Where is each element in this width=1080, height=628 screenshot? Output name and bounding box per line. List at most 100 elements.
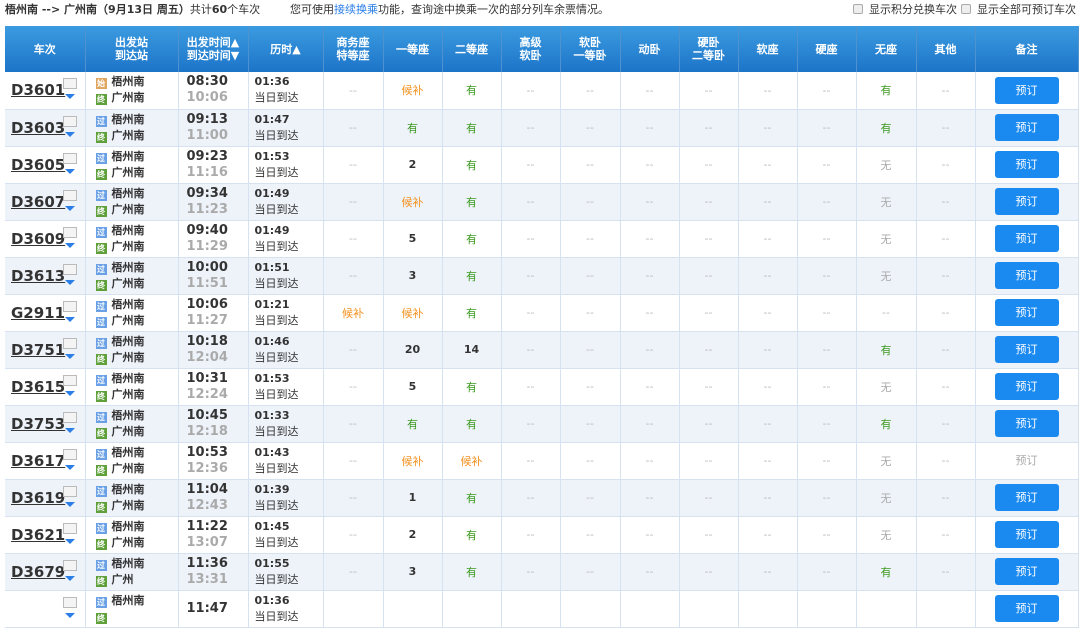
from-station-line: 过梧州南	[95, 593, 178, 609]
expand-chevron-down-icon[interactable]	[65, 464, 75, 470]
arrival-day-note: 当日到达	[254, 350, 299, 364]
train-number-cell: D3621	[5, 516, 86, 554]
book-button[interactable]: 预订	[994, 151, 1059, 178]
train-number-link[interactable]: D3753	[11, 415, 65, 433]
expand-chevron-down-icon[interactable]	[65, 538, 75, 544]
train-info-icon[interactable]	[63, 522, 77, 534]
train-info-icon[interactable]	[63, 411, 77, 423]
train-number-link[interactable]: D3609	[11, 230, 65, 248]
train-number-link[interactable]: D3619	[11, 489, 65, 507]
from-station-line: 过梧州南	[95, 445, 178, 461]
book-button[interactable]: 预订	[994, 76, 1059, 104]
book-button[interactable]: 预订	[994, 521, 1059, 548]
expand-chevron-down-icon[interactable]	[65, 168, 75, 174]
book-button[interactable]: 预订	[994, 225, 1059, 252]
stations-cell: 过梧州南终广州南	[85, 257, 179, 295]
train-info-icon[interactable]	[63, 596, 77, 608]
seat-availability-cell[interactable]: 候补	[383, 183, 443, 221]
expand-chevron-down-icon[interactable]	[65, 575, 75, 581]
book-button[interactable]: 预订	[994, 558, 1059, 585]
train-info-icon[interactable]	[63, 337, 77, 349]
checkbox-icon[interactable]	[961, 4, 971, 14]
seat-availability-cell: --	[501, 479, 561, 517]
train-number-link[interactable]: D3615	[11, 378, 65, 396]
train-info-icon[interactable]	[63, 485, 77, 497]
seat-availability-cell[interactable]: 候补	[383, 72, 443, 110]
train-number-link[interactable]: D3607	[11, 193, 65, 211]
expand-chevron-down-icon[interactable]	[65, 427, 75, 433]
seat-availability-cell[interactable]: 候补	[442, 442, 502, 480]
train-info-icon[interactable]	[63, 263, 77, 275]
book-button[interactable]: 预订	[994, 373, 1059, 400]
to-station-line: 终广州南	[95, 276, 178, 292]
book-button[interactable]: 预订	[994, 336, 1059, 363]
arrival-day-note: 当日到达	[254, 128, 299, 142]
from-station-name: 梧州南	[111, 186, 145, 200]
expand-chevron-down-icon[interactable]	[65, 501, 75, 507]
seat-availability-cell: --	[323, 183, 384, 221]
column-header[interactable]: 历时▲	[248, 26, 324, 72]
show-points-trains-checkbox[interactable]: 显示积分兑换车次	[853, 0, 957, 20]
seat-availability-cell[interactable]: 候补	[383, 442, 443, 480]
station-type-badge-icon: 过	[95, 300, 107, 312]
train-info-icon[interactable]	[63, 374, 77, 386]
stations-cell: 过梧州南终	[85, 590, 179, 628]
column-header[interactable]: 出发时间▲ 到达时间▼	[178, 26, 249, 72]
expand-chevron-down-icon[interactable]	[65, 94, 75, 99]
train-number-link[interactable]: D3601	[11, 81, 65, 99]
train-info-icon[interactable]	[63, 448, 77, 460]
seat-availability-cell: 20	[383, 331, 443, 369]
expand-chevron-down-icon[interactable]	[65, 316, 75, 322]
seat-availability-cell: --	[738, 479, 798, 517]
book-button[interactable]: 预订	[994, 262, 1059, 289]
expand-chevron-down-icon[interactable]	[65, 390, 75, 396]
train-number-link[interactable]: D3603	[11, 119, 65, 137]
transfer-link[interactable]: 接续换乘	[334, 3, 378, 16]
seat-availability-cell[interactable]: 候补	[323, 294, 384, 332]
book-button[interactable]: 预订	[994, 114, 1059, 141]
expand-chevron-down-icon[interactable]	[65, 279, 75, 285]
train-number-link[interactable]: G2911	[11, 304, 65, 322]
seat-availability-cell: --	[501, 331, 561, 369]
show-all-bookable-checkbox[interactable]: 显示全部可预订车次	[961, 0, 1076, 20]
seat-availability-cell	[797, 590, 857, 628]
remark-cell: 预订	[975, 72, 1079, 110]
train-number-link[interactable]: D3617	[11, 452, 65, 470]
seat-availability-cell: --	[738, 72, 798, 110]
expand-chevron-down-icon[interactable]	[65, 242, 75, 248]
book-button[interactable]: 预订	[994, 410, 1059, 437]
book-button[interactable]: 预订	[994, 188, 1059, 215]
train-info-icon[interactable]	[63, 559, 77, 571]
train-info-icon[interactable]	[63, 226, 77, 238]
departure-time: 10:31	[186, 370, 228, 386]
seat-availability-cell[interactable]: 候补	[383, 294, 443, 332]
seat-availability-cell: --	[620, 109, 680, 147]
expand-chevron-down-icon[interactable]	[65, 612, 75, 618]
book-button[interactable]: 预订	[994, 299, 1059, 326]
train-number-link[interactable]: D3613	[11, 267, 65, 285]
expand-chevron-down-icon[interactable]	[65, 353, 75, 359]
train-number-link[interactable]: D3621	[11, 526, 65, 544]
duration: 01:53	[254, 149, 290, 163]
train-info-icon[interactable]	[63, 300, 77, 312]
book-button[interactable]: 预订	[994, 484, 1059, 511]
duration-cell: 01:43 当日到达	[248, 442, 324, 480]
to-station-name: 广州南	[111, 498, 145, 512]
train-number-link[interactable]: D3679	[11, 563, 65, 581]
train-info-icon[interactable]	[63, 189, 77, 201]
train-info-icon[interactable]	[63, 78, 77, 89]
duration: 01:39	[254, 482, 290, 496]
checkbox-icon[interactable]	[853, 4, 863, 14]
expand-chevron-down-icon[interactable]	[65, 131, 75, 137]
book-button[interactable]: 预订	[994, 595, 1059, 622]
departure-time: 11:47	[186, 600, 228, 616]
expand-chevron-down-icon[interactable]	[65, 205, 75, 211]
train-number-link[interactable]: D3751	[11, 341, 65, 359]
train-info-icon[interactable]	[63, 152, 77, 164]
seat-availability-cell: --	[501, 72, 561, 110]
from-station-line: 过梧州南	[95, 223, 178, 239]
train-info-icon[interactable]	[63, 115, 77, 127]
checkbox-label: 显示全部可预订车次	[977, 3, 1076, 16]
train-number-link[interactable]: D3605	[11, 156, 65, 174]
time-cell: 09:13 11:00	[178, 109, 249, 147]
